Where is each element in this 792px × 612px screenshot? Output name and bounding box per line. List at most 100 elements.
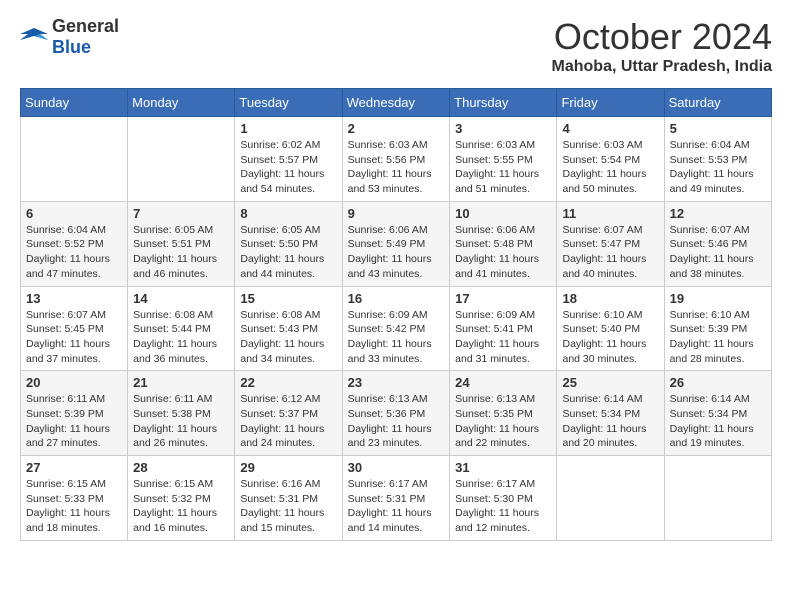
calendar-cell <box>21 117 128 202</box>
day-info: Sunrise: 6:07 AMSunset: 5:47 PMDaylight:… <box>562 223 658 282</box>
day-number: 29 <box>240 460 336 475</box>
calendar-table: SundayMondayTuesdayWednesdayThursdayFrid… <box>20 88 772 541</box>
logo: General Blue <box>20 16 119 58</box>
day-number: 5 <box>670 121 766 136</box>
day-info: Sunrise: 6:09 AMSunset: 5:41 PMDaylight:… <box>455 308 551 367</box>
day-info: Sunrise: 6:09 AMSunset: 5:42 PMDaylight:… <box>348 308 445 367</box>
weekday-header-sunday: Sunday <box>21 89 128 117</box>
calendar-cell: 12Sunrise: 6:07 AMSunset: 5:46 PMDayligh… <box>664 201 771 286</box>
week-row-2: 6 Sunrise: 6:04 AMSunset: 5:52 PMDaylight… <box>21 201 772 286</box>
calendar-cell: 26 Sunrise: 6:14 AMSunset: 5:34 PMDayligh… <box>664 371 771 456</box>
calendar-cell: 7 Sunrise: 6:05 AMSunset: 5:51 PMDaylight… <box>128 201 235 286</box>
weekday-header-saturday: Saturday <box>664 89 771 117</box>
calendar-cell: 17 Sunrise: 6:09 AMSunset: 5:41 PMDayligh… <box>450 286 557 371</box>
day-info: Sunrise: 6:05 AMSunset: 5:50 PMDaylight:… <box>240 223 336 282</box>
day-number: 25 <box>562 375 658 390</box>
calendar-cell: 10Sunrise: 6:06 AMSunset: 5:48 PMDayligh… <box>450 201 557 286</box>
day-info: Sunrise: 6:16 AMSunset: 5:31 PMDaylight:… <box>240 477 336 536</box>
weekday-header-tuesday: Tuesday <box>235 89 342 117</box>
calendar-cell: 6 Sunrise: 6:04 AMSunset: 5:52 PMDaylight… <box>21 201 128 286</box>
calendar-cell: 9 Sunrise: 6:06 AMSunset: 5:49 PMDaylight… <box>342 201 450 286</box>
day-number: 14 <box>133 291 229 306</box>
logo-blue: Blue <box>52 37 91 57</box>
calendar-cell: 22 Sunrise: 6:12 AMSunset: 5:37 PMDayligh… <box>235 371 342 456</box>
calendar-cell: 29 Sunrise: 6:16 AMSunset: 5:31 PMDayligh… <box>235 456 342 541</box>
day-info: Sunrise: 6:08 AMSunset: 5:43 PMDaylight:… <box>240 308 336 367</box>
day-info: Sunrise: 6:11 AMSunset: 5:39 PMDaylight:… <box>26 392 122 451</box>
day-info: Sunrise: 6:06 AMSunset: 5:48 PMDaylight:… <box>455 223 551 282</box>
day-info: Sunrise: 6:03 AMSunset: 5:54 PMDaylight:… <box>562 138 658 197</box>
calendar-cell: 24Sunrise: 6:13 AMSunset: 5:35 PMDayligh… <box>450 371 557 456</box>
calendar-cell: 20 Sunrise: 6:11 AMSunset: 5:39 PMDayligh… <box>21 371 128 456</box>
weekday-header-thursday: Thursday <box>450 89 557 117</box>
calendar-cell: 11 Sunrise: 6:07 AMSunset: 5:47 PMDayligh… <box>557 201 664 286</box>
day-number: 12 <box>670 206 766 221</box>
day-number: 20 <box>26 375 122 390</box>
week-row-5: 27Sunrise: 6:15 AMSunset: 5:33 PMDayligh… <box>21 456 772 541</box>
day-info: Sunrise: 6:13 AMSunset: 5:36 PMDaylight:… <box>348 392 445 451</box>
day-info: Sunrise: 6:02 AMSunset: 5:57 PMDaylight:… <box>240 138 336 197</box>
day-number: 26 <box>670 375 766 390</box>
logo-bird-icon <box>20 26 48 48</box>
day-info: Sunrise: 6:05 AMSunset: 5:51 PMDaylight:… <box>133 223 229 282</box>
calendar-cell <box>664 456 771 541</box>
day-info: Sunrise: 6:13 AMSunset: 5:35 PMDaylight:… <box>455 392 551 451</box>
calendar-cell: 19Sunrise: 6:10 AMSunset: 5:39 PMDayligh… <box>664 286 771 371</box>
day-info: Sunrise: 6:03 AMSunset: 5:56 PMDaylight:… <box>348 138 445 197</box>
calendar-cell: 21 Sunrise: 6:11 AMSunset: 5:38 PMDayligh… <box>128 371 235 456</box>
day-info: Sunrise: 6:04 AMSunset: 5:53 PMDaylight:… <box>670 138 766 197</box>
day-number: 6 <box>26 206 122 221</box>
day-info: Sunrise: 6:04 AMSunset: 5:52 PMDaylight:… <box>26 223 122 282</box>
day-number: 21 <box>133 375 229 390</box>
calendar-cell: 1 Sunrise: 6:02 AMSunset: 5:57 PMDaylight… <box>235 117 342 202</box>
calendar-cell <box>557 456 664 541</box>
weekday-header-wednesday: Wednesday <box>342 89 450 117</box>
day-number: 15 <box>240 291 336 306</box>
week-row-3: 13Sunrise: 6:07 AMSunset: 5:45 PMDayligh… <box>21 286 772 371</box>
day-number: 8 <box>240 206 336 221</box>
day-info: Sunrise: 6:10 AMSunset: 5:39 PMDaylight:… <box>670 308 766 367</box>
calendar-cell <box>128 117 235 202</box>
day-number: 28 <box>133 460 229 475</box>
day-number: 23 <box>348 375 445 390</box>
day-number: 31 <box>455 460 551 475</box>
day-info: Sunrise: 6:08 AMSunset: 5:44 PMDaylight:… <box>133 308 229 367</box>
day-number: 17 <box>455 291 551 306</box>
day-number: 4 <box>562 121 658 136</box>
logo-general: General <box>52 16 119 36</box>
calendar-cell: 3 Sunrise: 6:03 AMSunset: 5:55 PMDaylight… <box>450 117 557 202</box>
weekday-header-friday: Friday <box>557 89 664 117</box>
day-info: Sunrise: 6:03 AMSunset: 5:55 PMDaylight:… <box>455 138 551 197</box>
day-number: 11 <box>562 206 658 221</box>
calendar-cell: 13Sunrise: 6:07 AMSunset: 5:45 PMDayligh… <box>21 286 128 371</box>
week-row-4: 20 Sunrise: 6:11 AMSunset: 5:39 PMDayligh… <box>21 371 772 456</box>
calendar-cell: 30Sunrise: 6:17 AMSunset: 5:31 PMDayligh… <box>342 456 450 541</box>
calendar-cell: 18 Sunrise: 6:10 AMSunset: 5:40 PMDayligh… <box>557 286 664 371</box>
day-number: 18 <box>562 291 658 306</box>
day-number: 2 <box>348 121 445 136</box>
day-info: Sunrise: 6:11 AMSunset: 5:38 PMDaylight:… <box>133 392 229 451</box>
day-number: 27 <box>26 460 122 475</box>
calendar-cell: 16 Sunrise: 6:09 AMSunset: 5:42 PMDayligh… <box>342 286 450 371</box>
day-number: 3 <box>455 121 551 136</box>
calendar-cell: 8 Sunrise: 6:05 AMSunset: 5:50 PMDaylight… <box>235 201 342 286</box>
week-row-1: 1 Sunrise: 6:02 AMSunset: 5:57 PMDaylight… <box>21 117 772 202</box>
day-number: 22 <box>240 375 336 390</box>
calendar-cell: 27Sunrise: 6:15 AMSunset: 5:33 PMDayligh… <box>21 456 128 541</box>
calendar-cell: 5 Sunrise: 6:04 AMSunset: 5:53 PMDaylight… <box>664 117 771 202</box>
calendar-cell: 28Sunrise: 6:15 AMSunset: 5:32 PMDayligh… <box>128 456 235 541</box>
day-info: Sunrise: 6:14 AMSunset: 5:34 PMDaylight:… <box>562 392 658 451</box>
month-title: October 2024 <box>552 16 772 58</box>
day-info: Sunrise: 6:06 AMSunset: 5:49 PMDaylight:… <box>348 223 445 282</box>
title-area: October 2024 Mahoba, Uttar Pradesh, Indi… <box>552 16 772 76</box>
day-number: 16 <box>348 291 445 306</box>
calendar-cell: 25 Sunrise: 6:14 AMSunset: 5:34 PMDayligh… <box>557 371 664 456</box>
day-info: Sunrise: 6:10 AMSunset: 5:40 PMDaylight:… <box>562 308 658 367</box>
location-title: Mahoba, Uttar Pradesh, India <box>552 58 772 76</box>
day-number: 1 <box>240 121 336 136</box>
day-info: Sunrise: 6:12 AMSunset: 5:37 PMDaylight:… <box>240 392 336 451</box>
calendar-cell: 4 Sunrise: 6:03 AMSunset: 5:54 PMDaylight… <box>557 117 664 202</box>
day-number: 7 <box>133 206 229 221</box>
day-info: Sunrise: 6:14 AMSunset: 5:34 PMDaylight:… <box>670 392 766 451</box>
day-number: 9 <box>348 206 445 221</box>
